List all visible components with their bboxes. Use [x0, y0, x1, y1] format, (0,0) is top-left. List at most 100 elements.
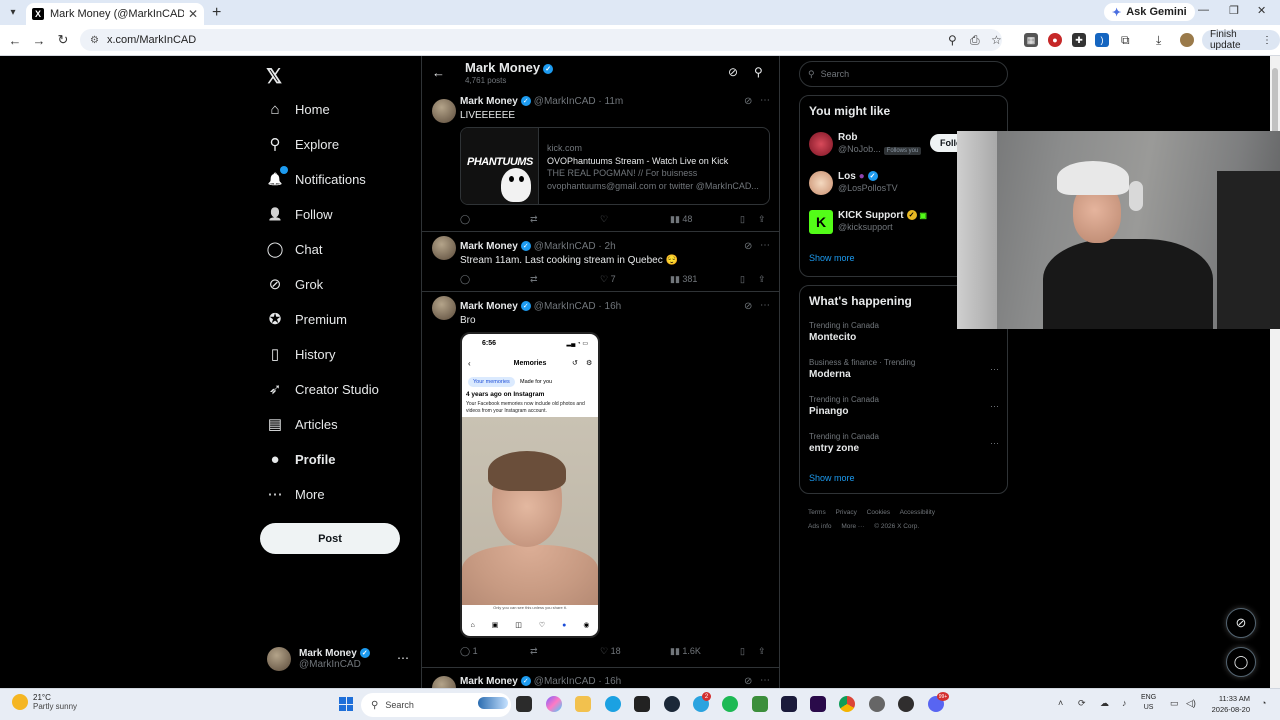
new-tab-button[interactable]: +	[212, 4, 221, 22]
footer-link[interactable]: More ···	[841, 523, 864, 530]
trend-item[interactable]: Trending in Canada entry zone ⋯	[809, 432, 999, 454]
close-window-icon[interactable]: ✕	[1257, 4, 1266, 17]
extension-icon[interactable]: ▦	[1024, 33, 1038, 47]
copilot-icon[interactable]	[546, 696, 562, 712]
app-icon[interactable]	[781, 696, 797, 712]
nav-follow[interactable]: 👤 Follow	[266, 202, 333, 226]
like-icon[interactable]: ♡ 18	[600, 646, 621, 657]
notepad-icon[interactable]	[752, 696, 768, 712]
search-icon[interactable]: ⚲	[754, 65, 763, 79]
nav-chat[interactable]: ◯ Chat	[266, 237, 323, 261]
views-icon[interactable]: ▮▮ 48	[670, 214, 692, 225]
obs-icon[interactable]	[898, 696, 914, 712]
avatar[interactable]	[432, 99, 456, 123]
more-icon[interactable]: ⋯	[760, 675, 770, 686]
footer-link[interactable]: Privacy	[836, 509, 857, 516]
trend-item[interactable]: Trending in Canada Pinango ⋯	[809, 395, 999, 417]
tweet-author[interactable]: Mark Money	[460, 96, 518, 107]
chrome-icon[interactable]	[839, 696, 855, 712]
reload-icon[interactable]: ↻	[51, 32, 75, 48]
trend-more-icon[interactable]: ⋯	[990, 401, 999, 412]
install-app-icon[interactable]: ⎙	[970, 33, 980, 48]
tweet-author[interactable]: Mark Money	[460, 676, 518, 687]
reply-icon[interactable]: ◯ 1	[460, 646, 478, 657]
share-icon[interactable]: ⇪	[758, 274, 766, 285]
tweet[interactable]: Mark Money ✓ @MarkInCAD · 2h ⊘ ⋯ Stream 11…	[422, 232, 780, 292]
browser-tab[interactable]: X Mark Money (@MarkInCAD) / X ✕	[26, 3, 204, 25]
repost-icon[interactable]: ⇄	[530, 274, 538, 285]
nav-home[interactable]: ⌂ Home	[266, 97, 329, 121]
settings-icon[interactable]	[869, 696, 885, 712]
like-icon[interactable]: ♡	[600, 214, 608, 225]
avatar[interactable]	[432, 676, 456, 688]
avatar[interactable]	[432, 296, 456, 320]
tweet[interactable]: Mark Money ✓ @MarkInCAD · 16h ⊘ ⋯	[422, 668, 780, 688]
grok-icon[interactable]: ⊘	[728, 65, 738, 79]
address-bar[interactable]: ⚙ x.com/MarkInCAD	[80, 29, 1002, 51]
views-icon[interactable]: ▮▮ 381	[670, 274, 697, 285]
nav-creator-studio[interactable]: ➶ Creator Studio	[266, 377, 379, 401]
tray-overflow-icon[interactable]: ˄	[1058, 698, 1063, 708]
nav-history[interactable]: ▯ History	[266, 342, 336, 366]
forward-icon[interactable]: →	[27, 33, 51, 48]
sync-icon[interactable]: ⟳	[1078, 698, 1086, 709]
bookmark-star-icon[interactable]: ☆	[991, 33, 1002, 47]
footer-link[interactable]: Ads info	[808, 523, 832, 530]
grok-icon[interactable]: ⊘	[744, 676, 752, 687]
extensions-puzzle-icon[interactable]: ⧉	[1121, 33, 1130, 48]
site-info-icon[interactable]: ⚙	[90, 35, 99, 46]
search-input[interactable]: ⚲ Search	[799, 61, 1008, 87]
account-more-icon[interactable]: ⋯	[397, 651, 409, 665]
post-button[interactable]: Post	[260, 523, 400, 554]
downloads-icon[interactable]: ⤓	[1156, 33, 1161, 48]
repost-icon[interactable]: ⇄	[530, 214, 538, 225]
bookmark-icon[interactable]: ▯	[740, 274, 745, 285]
task-view-icon[interactable]	[516, 696, 532, 712]
windows-start-icon[interactable]	[339, 697, 353, 711]
like-icon[interactable]: ♡ 7	[600, 274, 616, 285]
tab-close-icon[interactable]: ✕	[188, 7, 198, 21]
nav-more[interactable]: ⋯ More	[266, 482, 325, 506]
cloud-off-icon[interactable]: ☁	[1100, 698, 1109, 709]
bookmark-icon[interactable]: ▯	[740, 646, 745, 657]
avatar[interactable]	[432, 236, 456, 260]
tab-search-chevron-icon[interactable]: ▾	[0, 7, 26, 18]
tweet[interactable]: Mark Money ✓ @MarkInCAD · 16h ⊘ ⋯ Bro 6:56…	[422, 292, 780, 668]
monitor-icon[interactable]: ▭	[1170, 698, 1179, 709]
trend-more-icon[interactable]: ⋯	[990, 364, 999, 375]
finish-update-button[interactable]: Finish update ⋮	[1202, 29, 1280, 51]
chat-fab-icon[interactable]: ◯	[1226, 647, 1256, 677]
back-arrow-icon[interactable]: ←	[432, 65, 445, 80]
account-switcher[interactable]: Mark Money ✓ @MarkInCAD ⋯	[267, 647, 409, 671]
app-icon[interactable]	[634, 696, 650, 712]
steam-icon[interactable]	[664, 696, 680, 712]
ask-gemini-button[interactable]: ✦ Ask Gemini	[1104, 3, 1195, 21]
nav-premium[interactable]: ✪ Premium	[266, 307, 347, 331]
maximize-icon[interactable]: ❐	[1229, 4, 1239, 17]
tweet[interactable]: Mark Money ✓ @MarkInCAD · 11m ⊘ ⋯ LIVEEEEE…	[422, 95, 780, 232]
notification-bell-icon[interactable]: ◔	[1261, 698, 1266, 708]
show-more-link[interactable]: Show more	[809, 253, 855, 263]
spotify-icon[interactable]	[722, 696, 738, 712]
reply-icon[interactable]: ◯	[460, 274, 470, 285]
grok-icon[interactable]: ⊘	[744, 301, 752, 312]
share-icon[interactable]: ⇪	[758, 646, 766, 657]
share-icon[interactable]: ⇪	[758, 214, 766, 225]
bookmark-icon[interactable]: ▯	[740, 214, 745, 225]
tweet-author[interactable]: Mark Money	[460, 301, 518, 312]
footer-link[interactable]: Accessibility	[900, 509, 935, 516]
more-icon[interactable]: ⋯	[760, 95, 770, 106]
zoom-icon[interactable]: ⚲	[948, 33, 957, 47]
nav-notifications[interactable]: 🔔 Notifications	[266, 166, 366, 191]
trend-item[interactable]: Business & finance · Trending Moderna ⋯	[809, 358, 999, 380]
repost-icon[interactable]: ⇄	[530, 646, 538, 657]
extension-audio-icon[interactable]: )	[1095, 33, 1109, 47]
back-icon[interactable]: ←	[3, 33, 27, 48]
extension-red-icon[interactable]: ●	[1048, 33, 1062, 47]
more-icon[interactable]: ⋯	[760, 300, 770, 311]
tweet-author[interactable]: Mark Money	[460, 241, 518, 252]
profile-avatar-icon[interactable]	[1180, 33, 1194, 47]
link-card[interactable]: PHANTUUMS kick.com OVOPhantuums Stream -…	[460, 127, 770, 205]
premiere-icon[interactable]	[810, 696, 826, 712]
grok-fab-icon[interactable]: ⊘	[1226, 608, 1256, 638]
